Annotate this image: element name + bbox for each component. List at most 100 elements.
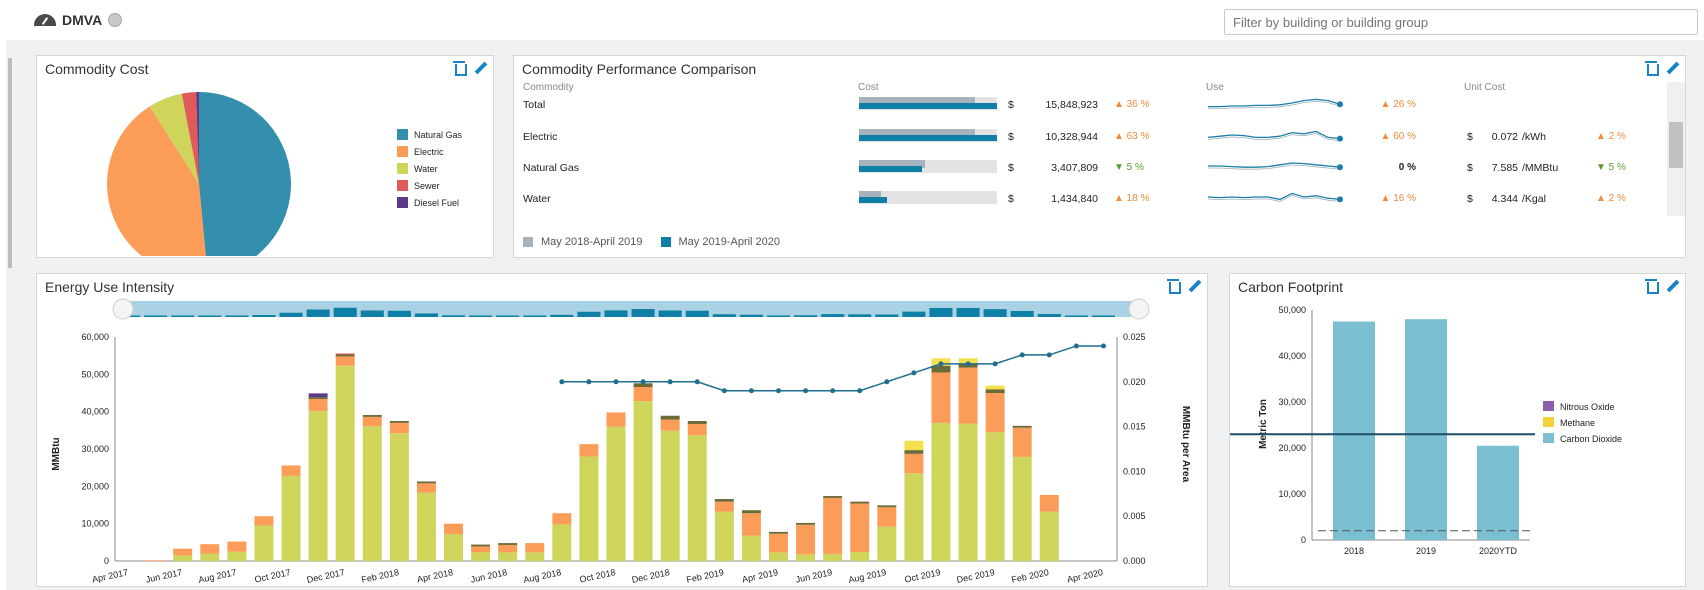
y-tick-label: 50,000 — [1278, 305, 1306, 315]
range-handle-left[interactable] — [112, 298, 134, 320]
legend-item[interactable]: Diesel Fuel — [397, 194, 462, 211]
use-sparkline — [1208, 98, 1343, 110]
row-commodity-name: Water — [523, 193, 551, 205]
legend-label: Carbon Dioxide — [1560, 434, 1622, 444]
bar-segment — [823, 553, 843, 561]
legend-label: Diesel Fuel — [414, 197, 460, 208]
legend-item[interactable]: Water — [397, 160, 462, 177]
legend-item[interactable]: May 2018-April 2019 — [523, 236, 643, 248]
y2-tick-label: 0.025 — [1123, 332, 1146, 342]
intensity-point — [721, 388, 727, 394]
bar-segment — [633, 387, 653, 402]
bar-segment — [606, 426, 626, 561]
x-tick-label: Apr 2018 — [416, 567, 454, 584]
bar-segment — [931, 372, 951, 423]
intensity-point — [1100, 343, 1106, 349]
bar-segment — [823, 496, 843, 498]
legend-swatch — [397, 146, 408, 157]
range-selector-bar — [171, 315, 195, 317]
range-selector-bar — [1010, 310, 1034, 317]
intensity-point — [640, 379, 646, 385]
delete-icon[interactable] — [1645, 60, 1659, 76]
column-header-commodity: Commodity — [523, 82, 574, 93]
site-title[interactable]: DMVA — [34, 12, 123, 28]
table-row[interactable]: Electric $10,328,944 ▲ 63 % ▲ 60 % $0.072/kW… — [514, 129, 1664, 155]
intensity-point — [1046, 352, 1052, 358]
dashboard-gauge-icon — [34, 14, 56, 26]
panel-title: Commodity Performance Comparison — [522, 61, 757, 77]
legend-swatch — [1543, 417, 1554, 427]
unit-cost-unit: /MMBtu — [1522, 162, 1559, 174]
bar-segment — [200, 544, 220, 554]
delete-icon[interactable] — [1167, 278, 1181, 294]
legend-item[interactable]: May 2019-April 2020 — [660, 236, 780, 248]
scrollbar-thumb[interactable] — [1669, 122, 1683, 168]
globe-icon[interactable] — [108, 13, 123, 27]
bar-segment — [985, 393, 1005, 433]
range-selector-bar — [956, 307, 980, 317]
legend-label: Electric — [414, 146, 444, 157]
bar-segment — [877, 507, 897, 527]
edit-icon[interactable] — [474, 61, 488, 75]
legend-item[interactable]: Sewer — [397, 177, 462, 194]
bar-segment — [660, 419, 680, 431]
y-tick-label: 40,000 — [81, 407, 109, 417]
x-tick-label: Apr 2020 — [1066, 567, 1104, 584]
legend-swatch — [523, 237, 533, 247]
y-tick-label: 0 — [104, 556, 109, 566]
filter-input[interactable] — [1224, 9, 1698, 35]
bar-segment — [362, 415, 382, 417]
legend-item[interactable]: Electric — [397, 143, 462, 160]
y-axis-label: Metric Ton — [1258, 399, 1269, 449]
bar-segment — [687, 435, 707, 561]
row-commodity-name: Electric — [523, 131, 558, 143]
edit-icon[interactable] — [1666, 61, 1680, 75]
bar-segment — [498, 543, 518, 545]
table-scrollbar[interactable] — [1667, 82, 1685, 216]
legend-label: Sewer — [414, 180, 440, 191]
legend-swatch — [397, 197, 408, 208]
panel-actions — [1645, 278, 1680, 294]
bar-segment — [471, 546, 491, 553]
delete-icon[interactable] — [1645, 278, 1659, 294]
y-tick-label: 10,000 — [81, 519, 109, 529]
bar-segment — [769, 531, 788, 534]
edit-icon[interactable] — [1188, 279, 1202, 293]
legend-label: Water — [414, 163, 438, 174]
intensity-point — [667, 379, 673, 385]
intensity-point — [1019, 352, 1025, 358]
bar-segment — [335, 365, 355, 561]
y-tick-label: 20,000 — [81, 481, 109, 491]
bar-segment — [1012, 425, 1032, 428]
table-row[interactable]: Total $15,848,923 ▲ 36 % ▲ 26 % — [514, 97, 1664, 123]
panel-title: Energy Use Intensity — [45, 279, 175, 295]
left-scroll-indicator[interactable] — [8, 58, 12, 268]
cost-bar-current — [859, 103, 997, 109]
range-handle-right[interactable] — [1128, 298, 1150, 320]
table-row[interactable]: Water $1,434,840 ▲ 18 % ▲ 16 % $4.344/Kgal ▲ … — [514, 191, 1664, 217]
bar-segment — [498, 552, 518, 561]
intensity-point — [803, 388, 809, 394]
cost-change: ▼ 5 % — [1114, 162, 1144, 173]
bar-segment — [579, 456, 599, 561]
commodity-performance-panel: Commodity Performance Comparison Commodi… — [513, 55, 1686, 258]
intensity-point — [911, 370, 917, 376]
bar-segment — [389, 421, 409, 423]
legend-swatch — [397, 180, 408, 191]
edit-icon[interactable] — [1666, 279, 1680, 293]
range-selector-bar — [360, 310, 384, 317]
unit-cost-unit: /Kgal — [1522, 193, 1546, 205]
intensity-point — [775, 388, 781, 394]
column-header-cost: Cost — [858, 82, 879, 93]
range-selector-bar — [902, 311, 926, 317]
bar-segment — [796, 522, 816, 525]
table-row[interactable]: Natural Gas $3,407,809 ▼ 5 % 0 % $7.585/MMBt… — [514, 160, 1664, 186]
commodity-cost-legend: Natural Gas Electric Water Sewer Diesel Fuel — [397, 126, 462, 211]
panel-title: Carbon Footprint — [1238, 279, 1344, 295]
delete-icon[interactable] — [453, 60, 467, 76]
bar-segment — [823, 497, 843, 554]
bar-segment — [1012, 427, 1032, 457]
legend-item[interactable]: Natural Gas — [397, 126, 462, 143]
x-tick-label: Aug 2017 — [197, 567, 237, 584]
bar-segment — [714, 501, 734, 512]
